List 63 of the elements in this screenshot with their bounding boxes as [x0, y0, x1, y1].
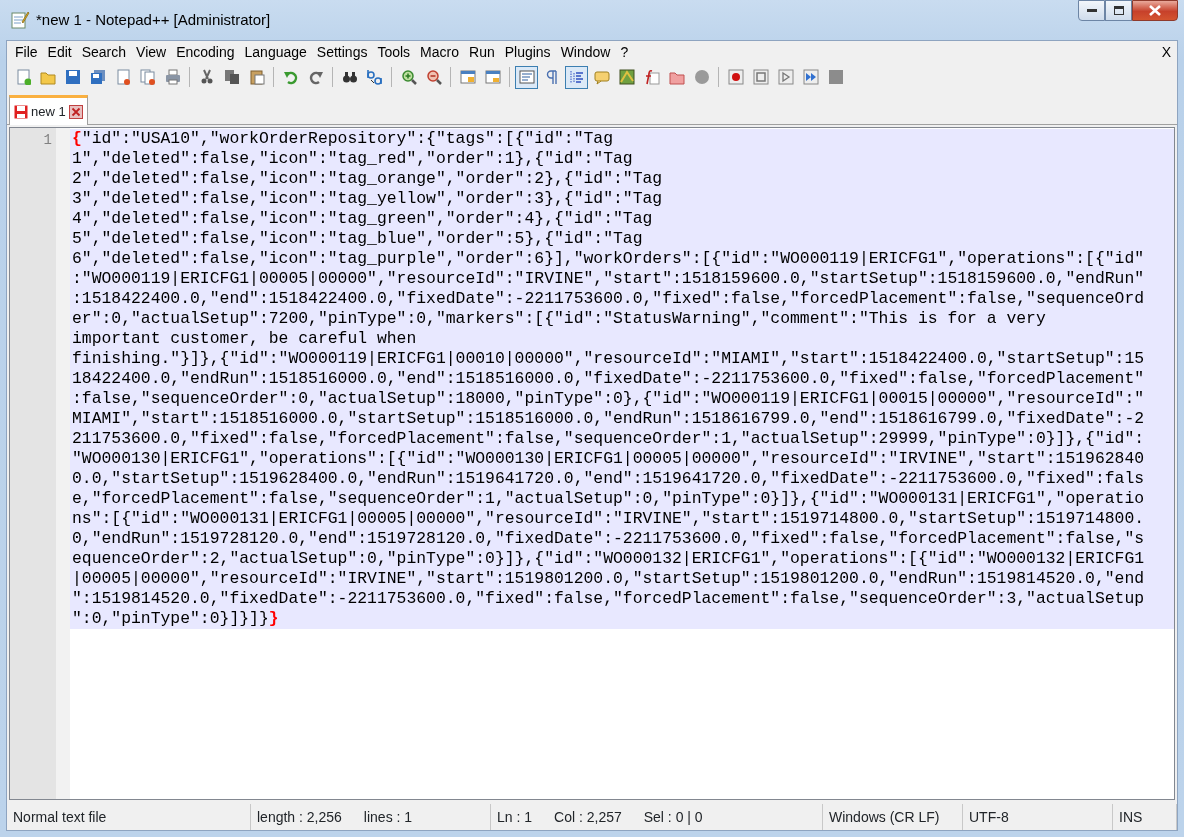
- folder-icon: [668, 69, 685, 85]
- replace-icon: [366, 69, 383, 85]
- menu-item[interactable]: Window: [555, 41, 616, 63]
- copy-icon: [223, 69, 240, 85]
- record-icon: [727, 69, 744, 85]
- status-text: Normal text file: [13, 807, 107, 827]
- binoculars-icon: [341, 69, 358, 85]
- status-text: UTF-8: [969, 807, 1009, 827]
- maximize-button[interactable]: [1105, 0, 1132, 21]
- undo-arrow-icon: [282, 69, 299, 85]
- menu-item[interactable]: Encoding: [171, 41, 240, 63]
- menu-item[interactable]: Search: [76, 41, 132, 63]
- menu-item[interactable]: Tools: [372, 41, 416, 63]
- minimize-button[interactable]: [1078, 0, 1105, 21]
- status-text: lines : 1: [363, 807, 413, 827]
- maximize-icon: [1113, 6, 1124, 15]
- page-icon: [114, 69, 131, 85]
- close-icon: [1149, 5, 1161, 16]
- word-wrap-icon: [518, 69, 535, 85]
- menu-item[interactable]: Language: [239, 41, 312, 63]
- minimize-icon: [1086, 8, 1097, 13]
- status-text: length : 2,256: [257, 807, 342, 827]
- magnifier-plus-icon: [400, 69, 417, 85]
- folder-icon: [39, 69, 56, 85]
- tab-label: new 1: [31, 102, 66, 121]
- window-title: *new 1 - Notepad++ [Administrator]: [36, 9, 271, 30]
- pages-icon: [139, 69, 156, 85]
- function-icon: [643, 69, 660, 85]
- menu-item[interactable]: Settings: [311, 41, 373, 63]
- stop-icon: [752, 69, 769, 85]
- floppy-disks-icon: [89, 69, 106, 85]
- clipboard-icon: [248, 69, 265, 85]
- menu-item[interactable]: Edit: [42, 41, 77, 63]
- menu-item[interactable]: File: [10, 41, 43, 63]
- menu-item[interactable]: View: [131, 41, 172, 63]
- page-icon: [14, 69, 31, 85]
- menu-item[interactable]: Run: [464, 41, 500, 63]
- status-text: Sel : 0 | 0: [643, 807, 703, 827]
- split-window-icon: [459, 69, 476, 85]
- indent-guide-icon: [568, 69, 585, 85]
- fast-forward-icon: [802, 69, 819, 85]
- redo-arrow-icon: [307, 69, 324, 85]
- status-text: Windows (CR LF): [829, 807, 940, 827]
- menu-item[interactable]: Plugins: [499, 41, 556, 63]
- speech-bubble-icon: [593, 69, 610, 85]
- status-text: Col : 2,257: [554, 807, 622, 827]
- status-text: INS: [1119, 807, 1143, 827]
- circle-icon: [693, 69, 710, 85]
- line-number: 1: [42, 131, 52, 150]
- document-tab[interactable]: new 1: [9, 95, 88, 125]
- menu-item[interactable]: ?: [615, 41, 634, 63]
- close-button[interactable]: [1132, 0, 1178, 21]
- printer-icon: [164, 69, 181, 85]
- close-icon[interactable]: [68, 104, 83, 119]
- magnifier-minus-icon: [425, 69, 442, 85]
- split-window-icon: [484, 69, 501, 85]
- notepad-icon: [10, 10, 30, 30]
- menu-item[interactable]: Macro: [415, 41, 464, 63]
- map-icon: [618, 69, 635, 85]
- square-icon: [827, 69, 844, 85]
- close-document-button[interactable]: X: [1156, 41, 1177, 63]
- play-icon: [777, 69, 794, 85]
- status-text: Ln : 1: [497, 807, 533, 827]
